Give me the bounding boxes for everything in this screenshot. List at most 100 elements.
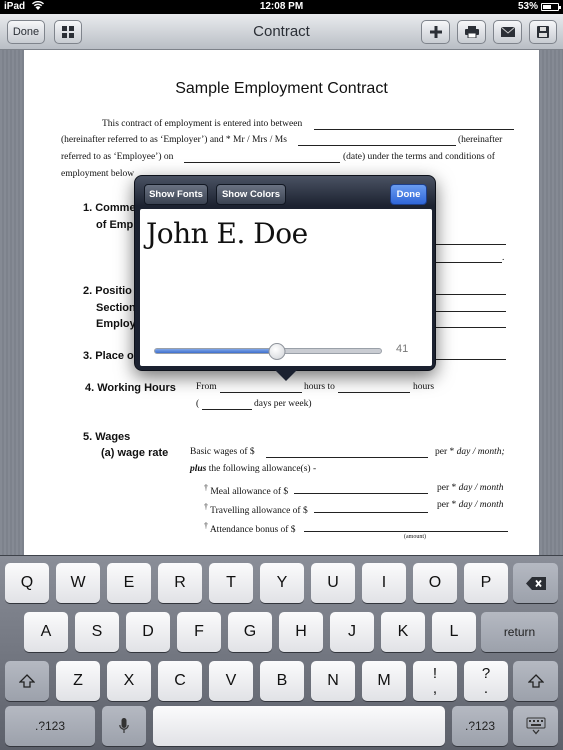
key-exclamation-comma[interactable]: !, <box>413 661 457 701</box>
key-a[interactable]: A <box>24 612 68 652</box>
show-colors-button[interactable]: Show Colors <box>216 184 286 205</box>
key-j[interactable]: J <box>330 612 374 652</box>
days-line[interactable] <box>202 409 252 410</box>
section-1-line-2[interactable] <box>434 262 502 263</box>
numbers-key-right[interactable]: .?123 <box>452 706 508 746</box>
key-m[interactable]: M <box>362 661 406 701</box>
key-l[interactable]: L <box>432 612 476 652</box>
key-v[interactable]: V <box>209 661 253 701</box>
key-o[interactable]: O <box>413 563 457 603</box>
key-t[interactable]: T <box>209 563 253 603</box>
toolbar: Done Contract <box>0 14 563 50</box>
backspace-key[interactable] <box>513 563 558 603</box>
key-b[interactable]: B <box>260 661 304 701</box>
font-size-value: 41 <box>396 343 409 355</box>
shift-icon <box>19 674 35 688</box>
hide-keyboard-key[interactable] <box>513 706 558 746</box>
section-2-subheading-2: Employ <box>96 318 136 330</box>
hours-to-line[interactable] <box>338 392 410 393</box>
key-f[interactable]: F <box>177 612 221 652</box>
section-3-line[interactable] <box>434 359 506 360</box>
battery-percent: 53% <box>517 1 538 12</box>
key-u[interactable]: U <box>311 563 355 603</box>
save-button[interactable] <box>529 20 557 44</box>
allowances-line: plus the following allowance(s) - <box>190 464 316 474</box>
key-d[interactable]: D <box>126 612 170 652</box>
key-k[interactable]: K <box>381 612 425 652</box>
numbers-key-left[interactable]: .?123 <box>5 706 95 746</box>
key-i[interactable]: I <box>362 563 406 603</box>
per-text-2: per * <box>437 483 457 493</box>
meal-text: Meal allowance of $ <box>210 487 289 498</box>
key-q[interactable]: Q <box>5 563 49 603</box>
exclamation-char: ! <box>432 665 438 682</box>
basic-wages-line[interactable] <box>266 457 428 458</box>
travel-allowance-line[interactable] <box>314 512 428 513</box>
attendance-bonus-line[interactable] <box>304 531 508 532</box>
font-size-slider[interactable] <box>154 343 382 360</box>
signature-popover: Show Fonts Show Colors Done John E. Doe … <box>134 175 436 381</box>
attendance-text: Attendance bonus of $ <box>209 525 296 536</box>
popover-arrow <box>275 370 297 381</box>
intro-line-2b: (hereinafter <box>458 135 503 145</box>
dagger-mark-3: † <box>204 521 208 530</box>
hours-from-line[interactable] <box>220 392 302 393</box>
section-4-heading: 4. Working Hours <box>85 382 176 394</box>
comma-char: , <box>432 680 438 697</box>
date-line[interactable] <box>184 162 340 163</box>
attendance-bonus-label: † Attendance bonus of $ <box>204 521 296 535</box>
section-1-heading: 1. Comme <box>83 202 136 214</box>
key-h[interactable]: H <box>279 612 323 652</box>
key-w[interactable]: W <box>56 563 100 603</box>
hide-keyboard-icon <box>526 717 545 735</box>
key-n[interactable]: N <box>311 661 355 701</box>
intro-line-1: This contract of employment is entered i… <box>102 119 303 129</box>
day-month-text-3: day / month <box>458 500 504 510</box>
employer-name-line[interactable] <box>314 129 514 130</box>
key-s[interactable]: S <box>75 612 119 652</box>
key-question-period[interactable]: ?. <box>464 661 508 701</box>
allowances-text: the following allowance(s) - <box>208 464 317 474</box>
from-label: From <box>196 382 217 392</box>
space-key[interactable] <box>153 706 445 746</box>
section-2-heading: 2. Positio <box>83 285 132 297</box>
email-button[interactable] <box>493 20 522 44</box>
status-time: 12:08 PM <box>259 1 304 12</box>
section-2-line-2[interactable] <box>434 311 506 312</box>
day-month-text-2: day / month <box>458 483 504 493</box>
status-bar: iPad 12:08 PM 53% <box>0 0 563 14</box>
intro-line-2: (hereinafter referred to as ‘Employer’) … <box>61 135 287 145</box>
show-fonts-button[interactable]: Show Fonts <box>144 184 208 205</box>
add-button[interactable] <box>421 20 450 44</box>
slider-fill <box>155 349 278 353</box>
key-z[interactable]: Z <box>56 661 100 701</box>
section-2-line-1[interactable] <box>434 294 506 295</box>
section-2-line-3[interactable] <box>434 327 506 328</box>
key-p[interactable]: P <box>464 563 508 603</box>
employee-name-line[interactable] <box>298 145 456 146</box>
section-1-line-1[interactable] <box>434 244 506 245</box>
key-c[interactable]: C <box>158 661 202 701</box>
shift-key-right[interactable] <box>513 661 558 701</box>
days-per-week-label: days per week) <box>254 399 312 409</box>
shift-key-left[interactable] <box>5 661 49 701</box>
print-button[interactable] <box>457 20 486 44</box>
signature-preview[interactable]: John E. Doe 41 <box>140 209 432 366</box>
slider-thumb[interactable] <box>268 343 286 360</box>
return-key[interactable]: return <box>481 612 558 652</box>
key-r[interactable]: R <box>158 563 202 603</box>
meal-per-label: per * day / month <box>437 483 504 493</box>
popover-done-button[interactable]: Done <box>390 184 427 205</box>
period-char: . <box>483 680 489 697</box>
key-g[interactable]: G <box>228 612 272 652</box>
key-x[interactable]: X <box>107 661 151 701</box>
plus-icon <box>429 26 442 38</box>
key-y[interactable]: Y <box>260 563 304 603</box>
dictation-key[interactable] <box>102 706 146 746</box>
section-1-subheading: of Emp <box>96 219 134 231</box>
wage-rate-heading: (a) wage rate <box>101 447 169 459</box>
travel-allowance-label: † Travelling allowance of $ <box>204 502 308 516</box>
key-e[interactable]: E <box>107 563 151 603</box>
meal-allowance-line[interactable] <box>294 493 428 494</box>
section-1-period: . <box>502 253 505 263</box>
